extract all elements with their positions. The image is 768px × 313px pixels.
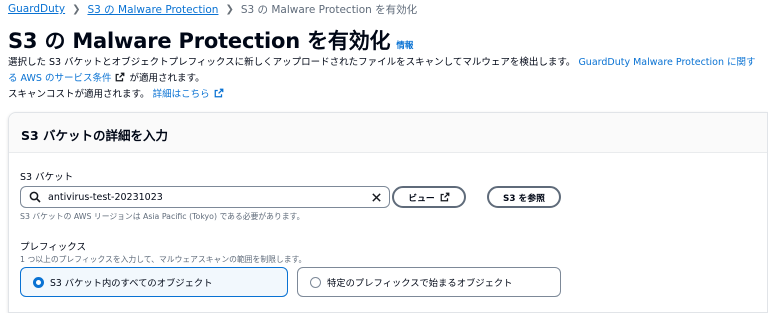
prefix-field-label: プレフィックス <box>20 242 87 253</box>
learn-more-link[interactable]: 詳細はこちら <box>152 88 225 100</box>
bucket-search-input-wrapper[interactable] <box>20 186 390 208</box>
bucket-field-label: S3 バケット <box>20 172 74 183</box>
radio-all-objects[interactable]: S3 バケット内のすべてのオブジェクト <box>20 267 288 297</box>
search-icon <box>29 191 41 203</box>
browse-button-label: S3 を参照 <box>503 193 545 204</box>
page-description: 選択した S3 バケットとオブジェクトプレフィックスに新しくアップロードされたフ… <box>8 55 764 86</box>
radio-all-objects-label: S3 バケット内のすべてのオブジェクト <box>50 278 213 289</box>
bucket-field-hint: S3 バケットの AWS リージョンは Asia Pacific (Tokyo)… <box>20 212 305 221</box>
view-bucket-button[interactable]: ビュー <box>392 186 466 208</box>
radio-button-selected[interactable] <box>33 276 44 288</box>
container-title: S3 バケットの詳細を入力 <box>21 128 169 143</box>
description-text: 選択した S3 バケットとオブジェクトプレフィックスに新しくアップロードされたフ… <box>8 57 576 68</box>
radio-specific-prefix[interactable]: 特定のプレフィックスで始まるオブジェクト <box>297 267 561 297</box>
browse-s3-button[interactable]: S3 を参照 <box>487 186 561 208</box>
breadcrumb-guardduty[interactable]: GuardDuty <box>8 3 65 15</box>
cost-text: スキャンコストが適用されます。 <box>8 89 150 100</box>
breadcrumb-malware-protection[interactable]: S3 の Malware Protection <box>87 2 218 17</box>
page-title: S3 の Malware Protection を有効化 <box>8 29 391 53</box>
container-header: S3 バケットの詳細を入力 <box>9 113 767 153</box>
page-header: S3 の Malware Protection を有効化 情報 <box>8 25 413 55</box>
chevron-right-icon: ❯ <box>72 3 81 15</box>
breadcrumb-current: S3 の Malware Protection を有効化 <box>240 3 418 16</box>
external-link-icon <box>440 192 450 202</box>
radio-specific-prefix-label: 特定のプレフィックスで始まるオブジェクト <box>327 278 513 289</box>
bucket-search-input[interactable] <box>48 191 368 203</box>
description-suffix: が適用されます。 <box>129 72 205 84</box>
cost-notice: スキャンコストが適用されます。 詳細はこちら <box>8 88 225 102</box>
learn-more-link-label: 詳細はこちら <box>152 89 210 100</box>
prefix-field-hint: 1 つ以上のプレフィックスを入力して、マルウェアスキャンの範囲を制限します。 <box>20 255 307 264</box>
close-icon[interactable] <box>371 192 382 203</box>
view-button-label: ビュー <box>408 193 435 204</box>
chevron-right-icon: ❯ <box>225 3 234 15</box>
external-link-icon <box>214 88 224 98</box>
breadcrumb: GuardDuty ❯ S3 の Malware Protection ❯ S3… <box>8 1 417 17</box>
info-link[interactable]: 情報 <box>396 39 413 51</box>
external-link-icon <box>116 72 125 81</box>
radio-button-unselected[interactable] <box>310 276 321 288</box>
bucket-details-container: S3 バケットの詳細を入力 S3 バケット ビュー S3 を参照 S3 バケット… <box>8 112 768 313</box>
